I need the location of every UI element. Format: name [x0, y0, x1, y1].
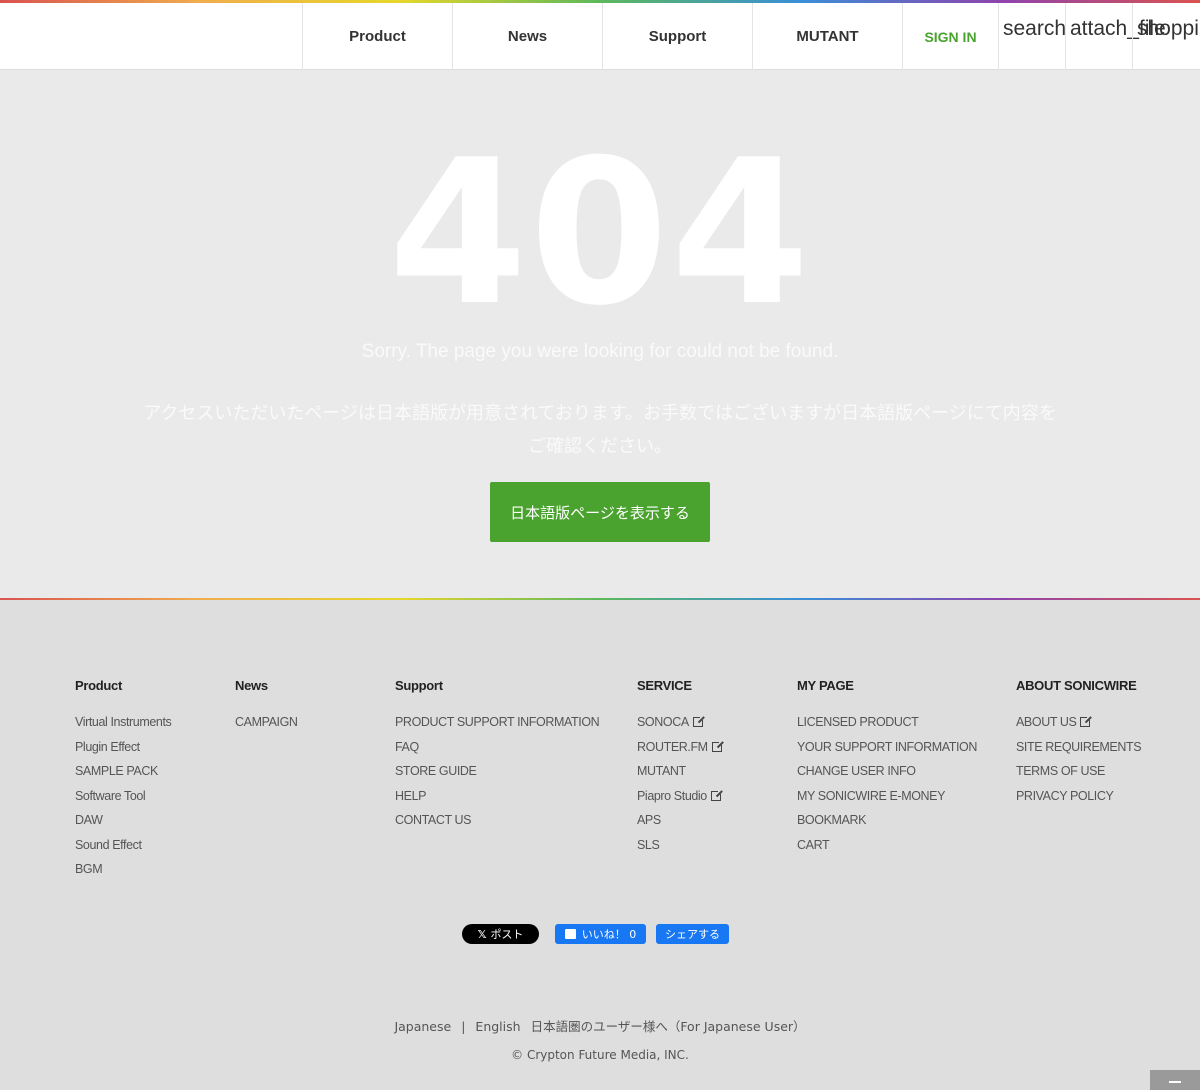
footer-heading: SERVICE: [637, 678, 692, 693]
error-content: 404 Sorry. The page you were looking for…: [0, 71, 1200, 598]
sign-in-link[interactable]: SIGN IN: [902, 3, 998, 70]
footer-link[interactable]: Software Tool: [75, 784, 171, 809]
footer-link[interactable]: DAW: [75, 808, 171, 833]
footer-heading: ABOUT SONICWIRE: [1016, 678, 1137, 693]
external-link-icon: [1080, 715, 1093, 728]
footer-link[interactable]: SAMPLE PACK: [75, 759, 171, 784]
footer-link[interactable]: MUTANT: [637, 759, 722, 784]
footer-col-service: SERVICE SONOCA ROUTER.FM MUTANT Piapro S…: [637, 678, 724, 858]
x-logo-icon: 𝕏: [477, 927, 487, 941]
footer-link[interactable]: BGM: [75, 857, 171, 882]
footer-link[interactable]: PRIVACY POLICY: [1016, 784, 1141, 809]
footer-link[interactable]: SONOCA: [637, 710, 722, 735]
facebook-like-button[interactable]: いいね！ 0: [555, 924, 646, 944]
footer-link[interactable]: Piapro Studio: [637, 784, 723, 809]
external-link-icon: [710, 788, 723, 801]
footer-link[interactable]: Plugin Effect: [75, 735, 171, 760]
nav-product[interactable]: Product: [302, 3, 452, 70]
site-footer: Product Virtual Instruments Plugin Effec…: [0, 598, 1200, 1090]
footer-link[interactable]: SLS: [637, 833, 722, 858]
footer-link[interactable]: Sound Effect: [75, 833, 171, 858]
nav-news[interactable]: News: [452, 3, 602, 70]
japanese-page-button[interactable]: 日本語版ページを表示する: [490, 482, 710, 542]
footer-link[interactable]: ABOUT US: [1016, 710, 1141, 735]
footer-col-support: Support PRODUCT SUPPORT INFORMATION FAQ …: [395, 678, 600, 833]
site-header: Product News Support MUTANT SIGN IN sear…: [0, 0, 1200, 70]
thumbs-up-icon: [564, 929, 576, 939]
footer-col-news: News CAMPAIGN: [235, 678, 298, 735]
footer-link[interactable]: BOOKMARK: [797, 808, 977, 833]
footer-link[interactable]: ROUTER.FM: [637, 735, 724, 760]
attach-file-icon[interactable]: attach_file: [1065, 3, 1166, 70]
footer-heading: Support: [395, 678, 443, 693]
footer-link[interactable]: CONTACT US: [395, 808, 599, 833]
error-message: Sorry. The page you were looking for cou…: [361, 341, 839, 362]
error-code: 404: [388, 117, 812, 350]
footer-link[interactable]: PRODUCT SUPPORT INFORMATION: [395, 710, 600, 735]
header-icons: search attach_file shopping_cart: [998, 3, 1200, 70]
footer-link[interactable]: CHANGE USER INFO: [797, 759, 977, 784]
japanese-message: アクセスいただいたページは日本語版が用意されております。お手数ではございますが日…: [143, 403, 1057, 457]
footer-link[interactable]: CART: [797, 833, 977, 858]
footer-col-about: ABOUT SONICWIRE ABOUT US SITE REQUIREMEN…: [1016, 678, 1142, 809]
footer-heading: News: [235, 678, 268, 693]
footer-col-product: Product Virtual Instruments Plugin Effec…: [75, 678, 172, 882]
footer-link[interactable]: LICENSED PRODUCT: [797, 710, 977, 735]
nav-support[interactable]: Support: [602, 3, 752, 70]
footer-link[interactable]: APS: [637, 808, 722, 833]
nav-mutant[interactable]: MUTANT: [752, 3, 902, 70]
social-buttons: 𝕏 ポスト いいね！ 0 シェアする: [0, 924, 1200, 944]
shopping-cart-icon[interactable]: shopping_cart: [1132, 3, 1200, 70]
facebook-share-button[interactable]: シェアする: [656, 924, 729, 944]
lang-japanese[interactable]: Japanese: [394, 1019, 451, 1034]
footer-link[interactable]: SITE REQUIREMENTS: [1016, 735, 1142, 760]
footer-link[interactable]: CAMPAIGN: [235, 710, 298, 735]
lang-english[interactable]: English: [475, 1019, 520, 1034]
lang-japanese-user[interactable]: 日本語圏のユーザー様へ（For Japanese User）: [531, 1019, 806, 1034]
footer-heading: Product: [75, 678, 123, 693]
language-switcher: Japanese | English 日本語圏のユーザー様へ（For Japanese…: [0, 1016, 1200, 1035]
external-link-icon: [711, 739, 724, 752]
footer-rainbow-bar: [0, 598, 1200, 600]
footer-link[interactable]: YOUR SUPPORT INFORMATION: [797, 735, 977, 760]
back-to-top-button[interactable]: [1150, 1070, 1200, 1090]
copyright: © Crypton Future Media, INC.: [511, 1048, 689, 1062]
footer-col-mypage: MY PAGE LICENSED PRODUCT YOUR SUPPORT IN…: [797, 678, 977, 857]
footer-link[interactable]: HELP: [395, 784, 599, 809]
footer-link[interactable]: FAQ: [395, 735, 599, 760]
external-link-icon: [692, 715, 705, 728]
minus-icon: [1169, 1081, 1181, 1083]
footer-link[interactable]: TERMS OF USE: [1016, 759, 1141, 784]
main-nav: Product News Support MUTANT SIGN IN: [302, 3, 998, 70]
footer-link[interactable]: STORE GUIDE: [395, 759, 599, 784]
footer-link[interactable]: Virtual Instruments: [75, 710, 172, 735]
lang-separator: |: [461, 1019, 466, 1034]
search-icon[interactable]: search: [998, 3, 1066, 70]
footer-heading: MY PAGE: [797, 678, 854, 693]
x-post-button[interactable]: 𝕏 ポスト: [462, 924, 539, 944]
footer-link[interactable]: MY SONICWIRE E-MONEY: [797, 784, 977, 809]
